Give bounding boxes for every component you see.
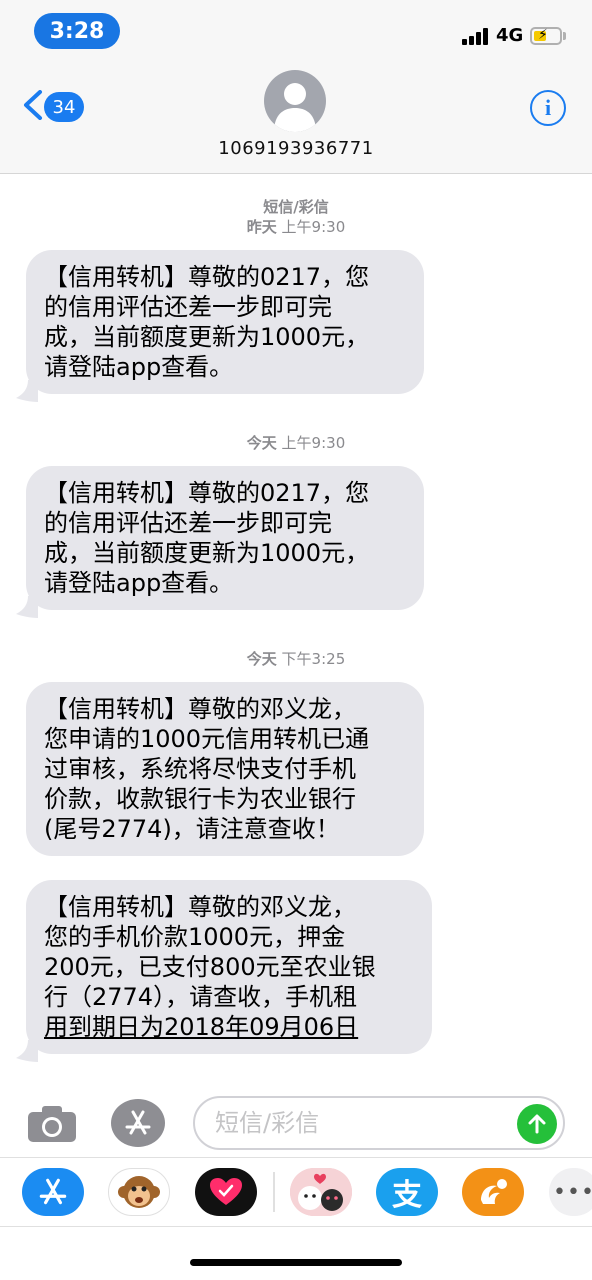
message-line: 价款，收款银行卡为农业银行: [44, 785, 356, 813]
network-type: 4G: [496, 25, 524, 46]
drawer-divider: [273, 1172, 275, 1212]
incoming-message-bubble[interactable]: 【信用转机】尊敬的0217，您 的信用评估还差一步即可完 成，当前额度更新为10…: [26, 466, 424, 610]
more-apps-button[interactable]: •••: [549, 1168, 592, 1216]
home-indicator[interactable]: [190, 1259, 402, 1266]
app-store-icon: [39, 1178, 67, 1205]
message-line: 成，当前额度更新为1000元，: [44, 539, 370, 567]
timestamp: 今天 下午3:25: [246, 650, 346, 668]
message-line: 请登陆app查看。: [44, 353, 234, 381]
unread-count-badge[interactable]: 34: [44, 92, 84, 122]
more-apps-icon: •••: [553, 1179, 592, 1205]
message-line: 200元，已支付800元至农业银: [44, 953, 376, 981]
message-line: 的信用评估还差一步即可完: [44, 509, 332, 537]
charging-bolt-icon: ⚡: [538, 27, 548, 43]
message-line: 您申请的1000元信用转机已通: [44, 725, 370, 753]
alipay-app[interactable]: 支: [376, 1168, 438, 1216]
uc-browser-app[interactable]: [462, 1168, 524, 1216]
contact-number[interactable]: 1069193936771: [0, 138, 592, 159]
monkey-memoji-icon: [118, 1176, 160, 1208]
message-line-date-link[interactable]: 用到期日为2018年09月06日: [44, 1012, 414, 1042]
digital-touch-app[interactable]: [195, 1168, 257, 1216]
incoming-message-bubble[interactable]: 【信用转机】尊敬的0217，您 的信用评估还差一步即可完 成，当前额度更新为10…: [26, 250, 424, 394]
contact-avatar[interactable]: [264, 70, 326, 132]
camera-icon[interactable]: [26, 1104, 78, 1144]
digital-touch-heart-icon: [210, 1178, 242, 1205]
message-line: 您的手机价款1000元，押金: [44, 923, 346, 951]
bubble-tail: [16, 1040, 38, 1062]
message-line: 成，当前额度更新为1000元，: [44, 323, 370, 351]
arrow-up-icon: [528, 1114, 546, 1134]
message-line: 【信用转机】尊敬的邓义龙，: [44, 695, 356, 723]
bubble-tail: [16, 596, 38, 618]
message-line: 行（2774），请查收，手机租: [44, 983, 358, 1011]
message-line: 【信用转机】尊敬的0217，您: [44, 263, 370, 291]
message-line: 的信用评估还差一步即可完: [44, 293, 332, 321]
app-store-app[interactable]: [22, 1168, 84, 1216]
message-line: 过审核，系统将尽快支付手机: [44, 755, 356, 783]
message-line: 请登陆app查看。: [44, 569, 234, 597]
imessage-app-drawer: 支 •••: [0, 1157, 592, 1227]
animoji-app[interactable]: [108, 1168, 170, 1216]
sticker-app-icon: [290, 1168, 352, 1216]
message-line: 【信用转机】尊敬的邓义龙，: [44, 893, 356, 921]
message-line: 【信用转机】尊敬的0217，您: [44, 479, 370, 507]
send-button[interactable]: [517, 1104, 557, 1144]
status-time[interactable]: 3:28: [34, 13, 120, 49]
conversation-header: 34 1069193936771 i: [0, 62, 592, 174]
incoming-message-bubble[interactable]: 【信用转机】尊敬的邓义龙， 您的手机价款1000元，押金 200元，已支付800…: [26, 880, 432, 1054]
message-input[interactable]: [215, 1108, 505, 1138]
message-line: (尾号2774)，请注意查收！: [44, 815, 340, 843]
app-store-icon: [125, 1110, 151, 1135]
app-store-button[interactable]: [111, 1099, 165, 1147]
sticker-app[interactable]: [290, 1168, 352, 1216]
bubble-tail: [16, 380, 38, 402]
message-input-field[interactable]: [193, 1096, 565, 1150]
status-bar: 3:28 4G ⚡: [0, 0, 592, 62]
info-button[interactable]: i: [530, 90, 566, 126]
uc-browser-icon: [481, 1179, 507, 1204]
person-silhouette-icon: [274, 83, 316, 132]
timestamp: 今天 上午9:30: [246, 434, 346, 452]
timestamp: 昨天 上午9:30: [246, 218, 346, 236]
signal-strength-icon: [462, 27, 492, 45]
battery-cap: [563, 32, 566, 40]
incoming-message-bubble[interactable]: 【信用转机】尊敬的邓义龙， 您申请的1000元信用转机已通 过审核，系统将尽快支…: [26, 682, 424, 856]
service-label: 短信/彩信: [263, 198, 329, 216]
alipay-icon: 支: [392, 1178, 422, 1213]
